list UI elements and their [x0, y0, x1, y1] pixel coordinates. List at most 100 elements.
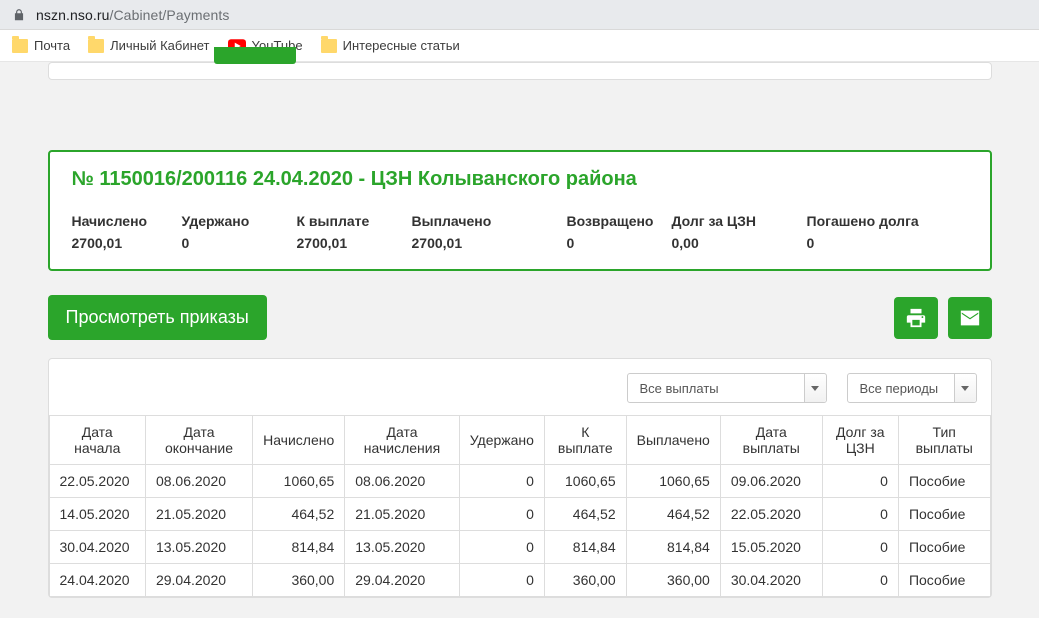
table-cell: 08.06.2020 — [345, 465, 459, 498]
stat-returned: Возвращено 0 — [567, 213, 672, 251]
col-start-date: Дата начала — [49, 416, 145, 465]
url-host: nszn.nso.ru — [36, 7, 109, 23]
table-cell: 13.05.2020 — [145, 531, 252, 564]
table-cell: 30.04.2020 — [720, 564, 822, 597]
table-row: 22.05.202008.06.20201060,6508.06.2020010… — [49, 465, 990, 498]
filter-periods-dropdown[interactable]: Все периоды — [847, 373, 977, 403]
bookmark-label: Личный Кабинет — [110, 38, 209, 53]
email-button[interactable] — [948, 297, 992, 339]
table-cell: 30.04.2020 — [49, 531, 145, 564]
address-bar[interactable]: nszn.nso.ru/Cabinet/Payments — [0, 0, 1039, 30]
stat-label: Возвращено — [567, 213, 672, 229]
table-cell: 0 — [822, 498, 898, 531]
col-type: Тип выплаты — [898, 416, 990, 465]
table-cell: 29.04.2020 — [145, 564, 252, 597]
url-text: nszn.nso.ru/Cabinet/Payments — [36, 7, 229, 23]
table-cell: 0 — [459, 498, 544, 531]
bookmark-articles[interactable]: Интересные статьи — [321, 38, 460, 53]
table-cell: 1060,65 — [544, 465, 626, 498]
table-cell: 464,52 — [544, 498, 626, 531]
table-cell: 09.06.2020 — [720, 465, 822, 498]
table-cell: 1060,65 — [253, 465, 345, 498]
col-pay-date: Дата выплаты — [720, 416, 822, 465]
print-button[interactable] — [894, 297, 938, 339]
mail-icon — [959, 307, 981, 329]
dropdown-value: Все периоды — [860, 381, 939, 396]
stat-label: Выплачено — [412, 213, 567, 229]
green-button-stub — [214, 47, 296, 64]
filter-payments-dropdown[interactable]: Все выплаты — [627, 373, 827, 403]
bookmark-mail[interactable]: Почта — [12, 38, 70, 53]
lock-icon — [12, 8, 26, 22]
table-row: 30.04.202013.05.2020814,8413.05.20200814… — [49, 531, 990, 564]
table-cell: 22.05.2020 — [49, 465, 145, 498]
col-debt: Долг за ЦЗН — [822, 416, 898, 465]
chevron-down-icon — [804, 374, 826, 402]
stat-withheld: Удержано 0 — [182, 213, 297, 251]
table-cell: 14.05.2020 — [49, 498, 145, 531]
col-due: К выплате — [544, 416, 626, 465]
col-withheld: Удержано — [459, 416, 544, 465]
print-icon — [905, 307, 927, 329]
bookmark-cabinet[interactable]: Личный Кабинет — [88, 38, 209, 53]
order-title: № 1150016/200116 24.04.2020 - ЦЗН Колыва… — [72, 168, 968, 191]
bookmark-label: Почта — [34, 38, 70, 53]
stat-value: 0 — [182, 235, 297, 251]
table-cell: 0 — [822, 531, 898, 564]
stat-debt: Долг за ЦЗН 0,00 — [672, 213, 807, 251]
col-accrual-date: Дата начисления — [345, 416, 459, 465]
table-cell: 15.05.2020 — [720, 531, 822, 564]
table-cell: 814,84 — [626, 531, 720, 564]
stat-debt-repaid: Погашено долга 0 — [807, 213, 967, 251]
table-row: 14.05.202021.05.2020464,5221.05.20200464… — [49, 498, 990, 531]
col-paid: Выплачено — [626, 416, 720, 465]
folder-icon — [12, 39, 28, 53]
table-cell: 360,00 — [253, 564, 345, 597]
table-cell: 814,84 — [544, 531, 626, 564]
table-cell: 360,00 — [544, 564, 626, 597]
stat-label: Погашено долга — [807, 213, 967, 229]
page-body: № 1150016/200116 24.04.2020 - ЦЗН Колыва… — [0, 62, 1039, 618]
table-header-row: Дата начала Дата окончание Начислено Дат… — [49, 416, 990, 465]
stat-value: 0,00 — [672, 235, 807, 251]
stat-label: Удержано — [182, 213, 297, 229]
stat-value: 0 — [567, 235, 672, 251]
table-cell: Пособие — [898, 564, 990, 597]
table-cell: 0 — [459, 564, 544, 597]
bookmarks-bar: Почта Личный Кабинет YouTube Интересные … — [0, 30, 1039, 62]
summary-stats: Начислено 2700,01 Удержано 0 К выплате 2… — [72, 213, 968, 251]
chevron-down-icon — [954, 374, 976, 402]
table-filters: Все выплаты Все периоды — [49, 373, 991, 415]
table-cell: 29.04.2020 — [345, 564, 459, 597]
table-cell: 464,52 — [253, 498, 345, 531]
table-cell: 814,84 — [253, 531, 345, 564]
col-end-date: Дата окончание — [145, 416, 252, 465]
table-cell: 1060,65 — [626, 465, 720, 498]
table-cell: 464,52 — [626, 498, 720, 531]
stat-value: 0 — [807, 235, 967, 251]
table-cell: 22.05.2020 — [720, 498, 822, 531]
view-orders-button[interactable]: Просмотреть приказы — [48, 295, 267, 340]
table-cell: 08.06.2020 — [145, 465, 252, 498]
table-cell: 21.05.2020 — [145, 498, 252, 531]
table-cell: 360,00 — [626, 564, 720, 597]
stat-value: 2700,01 — [412, 235, 567, 251]
table-cell: 0 — [822, 465, 898, 498]
order-summary-box: № 1150016/200116 24.04.2020 - ЦЗН Колыва… — [48, 150, 992, 271]
folder-icon — [321, 39, 337, 53]
table-cell: 21.05.2020 — [345, 498, 459, 531]
table-cell: 24.04.2020 — [49, 564, 145, 597]
bookmark-label: Интересные статьи — [343, 38, 460, 53]
stat-value: 2700,01 — [297, 235, 412, 251]
table-cell: 0 — [459, 531, 544, 564]
dropdown-value: Все выплаты — [640, 381, 719, 396]
previous-card-edge — [48, 62, 992, 80]
url-path: /Cabinet/Payments — [109, 7, 229, 23]
stat-accrued: Начислено 2700,01 — [72, 213, 182, 251]
actions-row: Просмотреть приказы — [48, 295, 992, 340]
stat-label: К выплате — [297, 213, 412, 229]
folder-icon — [88, 39, 104, 53]
table-cell: 0 — [822, 564, 898, 597]
table-cell: Пособие — [898, 498, 990, 531]
payments-table-card: Все выплаты Все периоды Дата начала Дата… — [48, 358, 992, 598]
